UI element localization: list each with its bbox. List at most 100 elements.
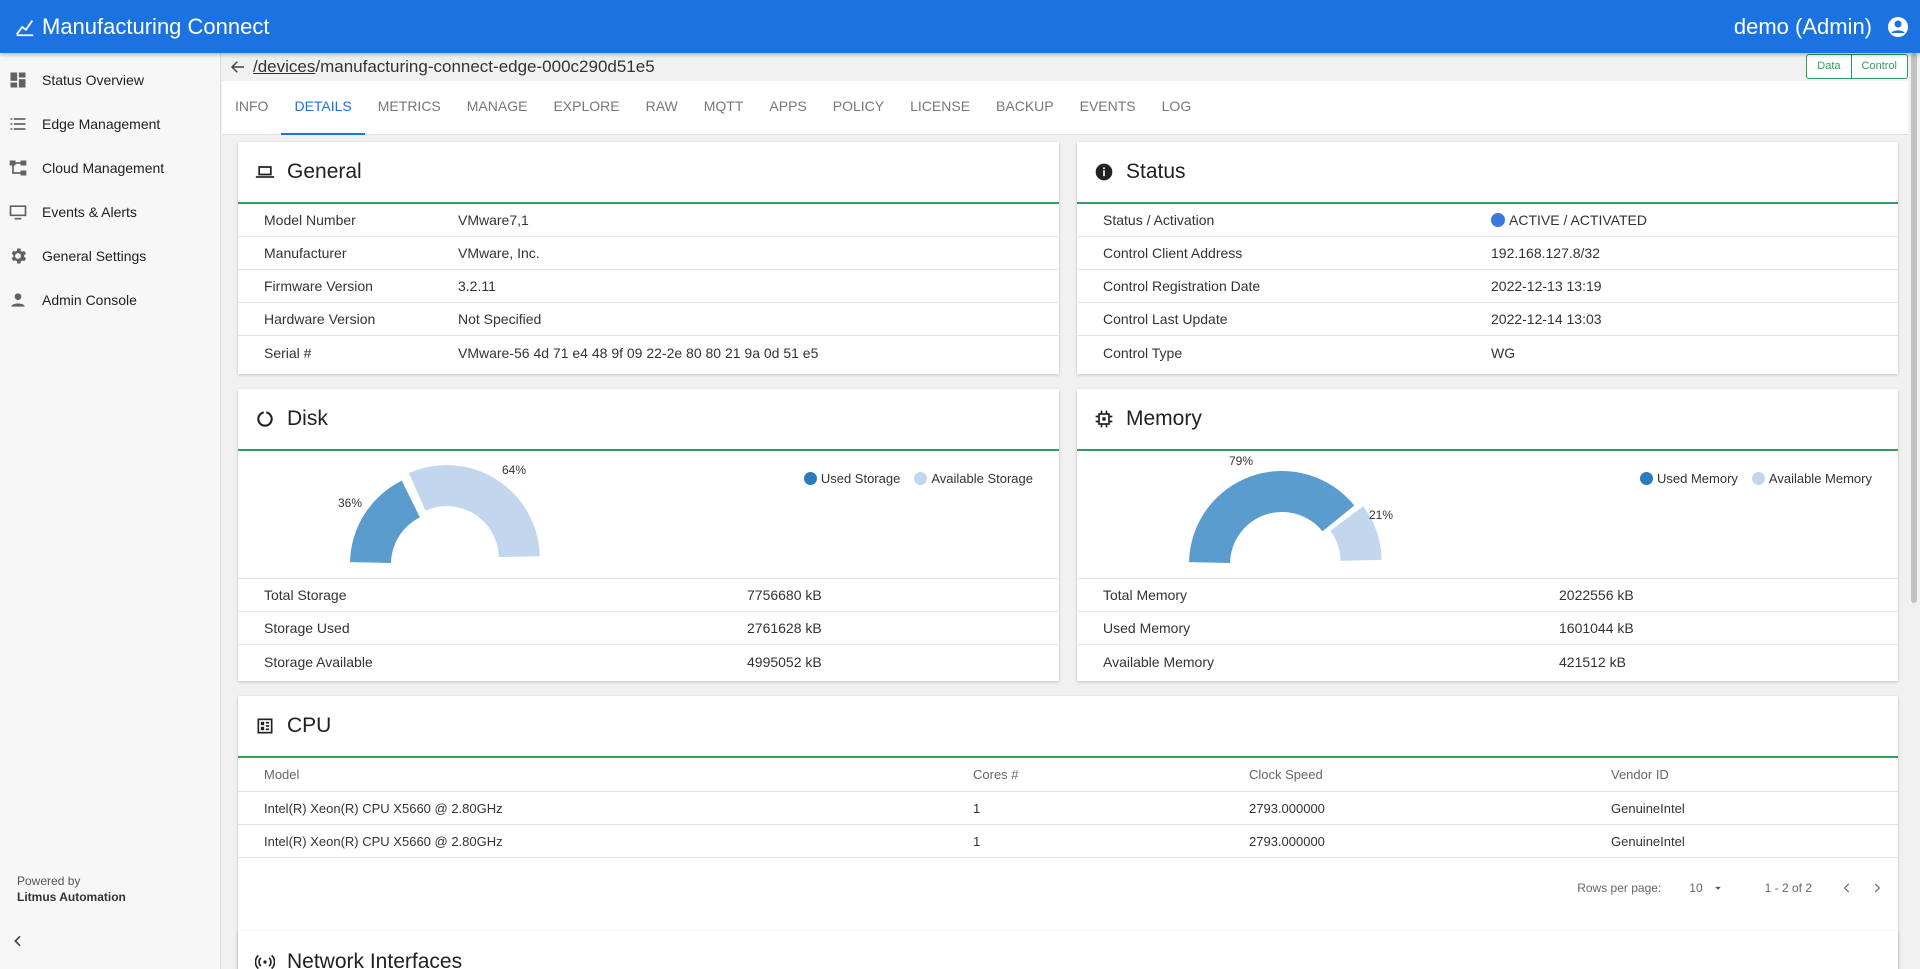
card-title: Memory [1126, 407, 1202, 430]
disk-legend: Used Storage Available Storage [790, 471, 1033, 486]
kv-value: WG [1491, 344, 1516, 361]
data-toggle-button[interactable]: Data [1807, 55, 1850, 78]
cell-model: Intel(R) Xeon(R) CPU X5660 @ 2.80GHz [264, 833, 503, 849]
sidebar-item-edge-management[interactable]: Edge Management [0, 102, 220, 146]
rows-per-page-value: 10 [1689, 881, 1703, 895]
kv-key: Control Last Update [1103, 311, 1228, 327]
legend-item-used[interactable]: Used Memory [1639, 471, 1738, 486]
sidebar-item-status-overview[interactable]: Status Overview [0, 58, 220, 102]
antenna-icon [255, 954, 275, 969]
tab-info[interactable]: INFO [222, 81, 281, 135]
rows-per-page-select[interactable]: 10 [1689, 881, 1724, 895]
tab-backup[interactable]: BACKUP [983, 81, 1067, 135]
dashboard-icon [10, 72, 26, 88]
card-title: Disk [287, 407, 328, 430]
powered-by: Powered by Litmus Automation [17, 873, 126, 905]
legend-label: Used Memory [1656, 471, 1738, 486]
kv-row: Serial # VMware-56 4d 71 e4 48 9f 09 22-2… [238, 336, 1059, 369]
control-toggle-button[interactable]: Control [1850, 55, 1907, 78]
legend-item-available[interactable]: Available Memory [1751, 471, 1872, 486]
monitor-icon [9, 205, 27, 220]
chevron-left-icon[interactable] [10, 933, 26, 949]
kv-value: 192.168.127.8/32 [1491, 245, 1600, 261]
sidebar: Status Overview Edge Management Cloud Ma… [0, 53, 221, 969]
column-header-vendor-id[interactable]: Vendor ID [1611, 767, 1891, 782]
memory-slice-used[interactable] [1189, 471, 1355, 563]
legend-swatch [1639, 472, 1653, 485]
column-header-cores[interactable]: Cores # [973, 767, 1249, 782]
chevron-left-icon[interactable] [1840, 881, 1854, 895]
person-icon [11, 293, 25, 307]
tab-details[interactable]: DETAILS [281, 81, 365, 135]
sidebar-item-cloud-management[interactable]: Cloud Management [0, 146, 220, 190]
sidebar-item-label: Edge Management [42, 116, 161, 132]
gear-icon [11, 248, 26, 264]
general-card: General Model Number VMware7,1 Manufactur… [238, 142, 1059, 374]
legend-swatch [803, 472, 817, 485]
kv-value: 421512 kB [1559, 653, 1626, 670]
disk-slice-available[interactable] [408, 465, 540, 558]
tab-license[interactable]: LICENSE [897, 81, 983, 135]
chevron-right-icon[interactable] [1870, 881, 1884, 895]
memory-donut-chart [1189, 471, 1382, 563]
tab-raw[interactable]: RAW [633, 81, 691, 135]
legend-item-used[interactable]: Used Storage [803, 471, 900, 486]
kv-row: Model Number VMware7,1 [238, 204, 1059, 237]
cpu-icon [257, 718, 273, 734]
disk-usage-icon [257, 410, 273, 427]
powered-by-label: Powered by [17, 874, 81, 888]
card-title: CPU [287, 714, 332, 737]
tab-manage[interactable]: MANAGE [454, 81, 541, 135]
cpu-table: Model Cores # Clock Speed Vendor ID Inte… [238, 758, 1898, 858]
sidebar-item-events-alerts[interactable]: Events & Alerts [0, 190, 220, 234]
sidebar-item-general-settings[interactable]: General Settings [0, 234, 220, 278]
cell-clock-speed: 2793.000000 [1249, 833, 1325, 849]
kv-key: Control Client Address [1103, 245, 1243, 261]
tab-metrics[interactable]: METRICS [365, 81, 454, 135]
kv-value: 2022556 kB [1559, 587, 1634, 603]
rows-per-page-label: Rows per page: [1577, 881, 1662, 895]
card-title: Network Interfaces [287, 950, 463, 969]
tab-policy[interactable]: POLICY [820, 81, 897, 135]
caret-down-icon [1714, 886, 1721, 890]
cell-vendor-id: GenuineIntel [1611, 800, 1685, 816]
sidebar-item-admin-console[interactable]: Admin Console [0, 278, 220, 322]
status-card: Status Status / Activation ACTIVE / ACTIV… [1077, 142, 1898, 374]
tab-log[interactable]: LOG [1149, 81, 1205, 135]
memory-used-pct: 79% [1229, 454, 1254, 468]
disk-slice-used[interactable] [350, 480, 420, 563]
kv-key: Manufacturer [264, 245, 347, 261]
kv-row: Total Memory 2022556 kB [1077, 579, 1898, 612]
arrow-back-icon[interactable] [229, 58, 247, 76]
tab-explore[interactable]: EXPLORE [540, 81, 632, 135]
breadcrumb-devices-link[interactable]: /devices [253, 57, 315, 76]
kv-value: VMware, Inc. [458, 245, 540, 261]
kv-value: ACTIVE / ACTIVATED [1509, 212, 1647, 228]
kv-key: Firmware Version [264, 278, 373, 294]
list-icon [10, 118, 26, 130]
column-header-model[interactable]: Model [238, 767, 973, 782]
column-header-clock-speed[interactable]: Clock Speed [1249, 767, 1611, 782]
kv-value: 7756680 kB [747, 587, 822, 603]
tab-mqtt[interactable]: MQTT [691, 81, 757, 135]
kv-key: Control Registration Date [1103, 278, 1261, 294]
laptop-icon [255, 166, 275, 178]
main-content: /devices/manufacturing-connect-edge-000c… [222, 53, 1908, 969]
tab-apps[interactable]: APPS [756, 81, 819, 135]
network-interfaces-card: Network Interfaces [238, 931, 1898, 969]
kv-key: Used Memory [1103, 620, 1191, 636]
user-name[interactable]: demo (Admin) [1734, 14, 1872, 40]
data-control-toggle: Data Control [1806, 54, 1908, 79]
kv-row: Control Last Update 2022-12-14 13:03 [1077, 303, 1898, 336]
legend-item-available[interactable]: Available Storage [914, 471, 1033, 486]
scrollbar-thumb[interactable] [1911, 53, 1917, 603]
sidebar-item-label: General Settings [42, 248, 147, 264]
kv-key: Available Memory [1103, 653, 1215, 670]
tab-events[interactable]: EVENTS [1067, 81, 1149, 135]
kv-value: VMware7,1 [458, 212, 529, 228]
cell-cores: 1 [973, 800, 981, 816]
account-icon[interactable] [1886, 15, 1910, 39]
company-name: Litmus Automation [17, 890, 126, 904]
page-scrollbar[interactable] [1908, 53, 1920, 969]
card-title: Status [1126, 160, 1186, 183]
